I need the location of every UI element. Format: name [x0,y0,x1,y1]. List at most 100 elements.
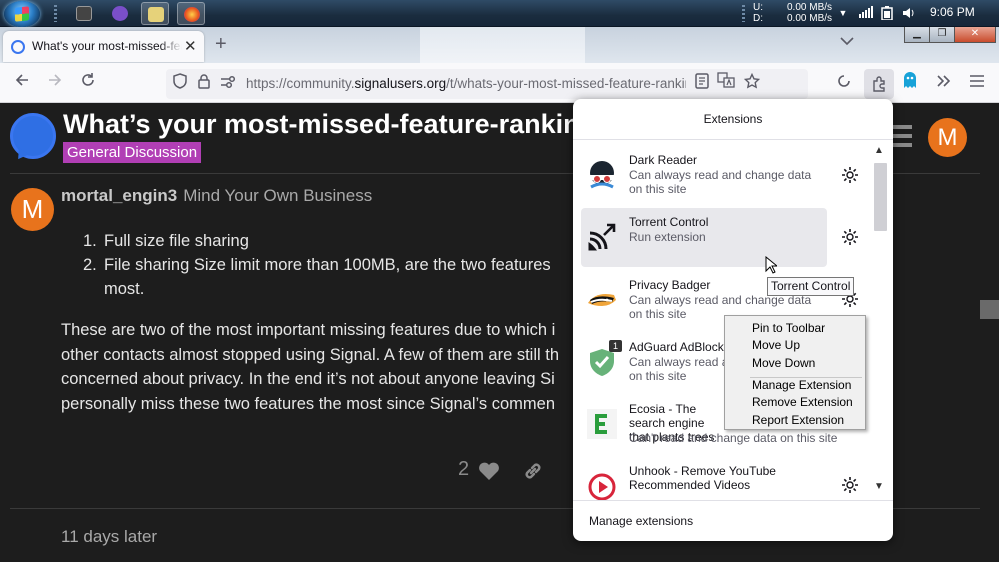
panel-scrollbar[interactable]: ▲ ▼ [871,143,889,495]
page-scrollbar-thumb[interactable] [980,300,999,319]
extension-torrent-control[interactable]: Torrent Control Run extension [581,208,827,267]
reader-view-icon[interactable] [690,72,714,96]
extensions-panel-header: Extensions [573,99,893,140]
taskbar-app-2[interactable] [106,2,134,25]
app-menu-icon[interactable] [965,71,989,95]
menu-item-move-down[interactable]: Move Down [752,356,815,370]
tray-grip [742,5,745,22]
post-author: mortal_engin3 Mind Your Own Business [61,186,372,206]
url-host: signalusers.org [354,76,447,91]
lock-icon[interactable] [192,72,216,96]
heart-icon[interactable] [478,461,500,481]
taskbar: U: D: 0.00 MB/s 0.00 MB/s ▼ 9:06 PM [0,0,999,27]
net-down-label: D: [753,13,763,24]
signal-logo-icon[interactable] [10,113,56,159]
share-link-icon[interactable] [522,460,544,482]
extension-name: Torrent Control [629,215,709,229]
manage-extensions-link[interactable]: Manage extensions [589,514,693,528]
adguard-badge: 1 [609,340,622,352]
list-item-continuation: most. [61,277,551,301]
hamburger-menu-icon[interactable] [890,125,912,147]
url-prefix: https://community. [246,76,355,91]
scroll-down-arrow-icon[interactable]: ▼ [874,481,884,492]
reload-icon[interactable] [76,71,100,95]
taskbar-app-firefox[interactable] [177,2,205,25]
ghost-extension-icon[interactable] [898,71,922,95]
close-tab-icon[interactable]: ✕ [184,37,197,55]
signal-favicon-icon [11,40,25,54]
extension-permission: Can't read and change data on this site [629,431,838,445]
username[interactable]: mortal_engin3 [61,186,177,205]
ecosia-icon [587,409,617,439]
maximize-button[interactable]: ❐ [929,27,955,43]
extensions-button[interactable] [864,69,894,99]
list-item: 2. File sharing Size limit more than 100M… [61,253,551,277]
new-tab-icon[interactable]: + [215,33,227,56]
close-window-button[interactable]: ✕ [954,27,996,43]
gear-icon[interactable] [841,476,859,494]
titlebar-glare [420,27,585,63]
url-text[interactable]: https://community.signalusers.org/t/what… [246,76,686,91]
extension-context-menu: Pin to Toolbar Move Up Move Down Manage … [724,315,866,430]
tab-signal-community[interactable]: What's your most-missed-feature-ranking … [3,31,204,62]
url-path: /t/whats-your-most-missed-feature-rankin… [446,76,686,91]
tab-strip: What's your most-missed-feature-ranking … [0,27,999,63]
extension-name: Dark Reader [629,153,698,167]
clock[interactable]: 9:06 PM [930,5,975,19]
extension-permission: Run extension [629,230,706,244]
scroll-up-arrow-icon[interactable]: ▲ [874,145,884,156]
bookmark-star-icon[interactable] [740,72,764,96]
list-text: most. [104,280,145,298]
start-button[interactable] [4,1,40,27]
url-bar[interactable]: https://community.signalusers.org/t/what… [166,69,808,99]
list-text: Full size file sharing [104,232,249,250]
user-title: Mind Your Own Business [183,186,373,205]
taskbar-grip [54,5,57,22]
list-all-tabs-icon[interactable] [840,36,854,46]
gear-icon[interactable] [841,166,859,184]
tracking-protection-shield-icon[interactable] [168,72,192,96]
tooltip: Torrent Control [767,277,855,296]
post-author-avatar[interactable]: M [11,188,54,231]
list-item: 1. Full size file sharing [61,229,551,253]
translate-icon[interactable] [714,72,738,96]
paragraph-line: other contacts almost stopped using Sign… [61,345,560,364]
navigation-toolbar: https://community.signalusers.org/t/what… [0,63,999,103]
panel-scrollbar-thumb[interactable] [874,163,887,231]
privacy-badger-icon [588,294,616,306]
loading-spinner-icon [832,71,856,95]
paragraph-line: concerned about privacy. In the end it’s… [61,370,555,388]
signal-bars-icon[interactable] [859,6,873,20]
menu-item-remove-extension[interactable]: Remove Extension [752,395,853,409]
menu-item-report-extension[interactable]: Report Extension [752,413,844,427]
forward-icon[interactable] [43,71,67,95]
menu-item-manage-extension[interactable]: Manage Extension [752,378,851,392]
permissions-icon[interactable] [216,72,240,96]
net-down-speed: 0.00 MB/s [787,13,833,24]
minimize-button[interactable]: ▁ [904,27,930,43]
topic-title[interactable]: What’s your most-missed-feature-ranking [63,109,596,140]
taskbar-app-explorer[interactable] [141,2,169,25]
battery-icon[interactable] [880,6,894,21]
list-number: 1. [83,232,97,250]
manage-extensions-footer[interactable]: Manage extensions [573,500,893,541]
extension-permission: Can always read and change data on this … [629,168,812,196]
tray-expand-icon[interactable]: ▼ [836,6,850,20]
like-count: 2 [458,458,470,480]
overflow-chevron-icon[interactable] [932,71,956,95]
current-user-avatar[interactable]: M [928,118,967,157]
extension-name: Unhook - Remove YouTube Recommended Vide… [629,464,776,492]
list-number: 2. [83,256,97,274]
feature-list: 1. Full size file sharing 2. File sharing … [61,229,551,301]
paragraph-line: personally miss these two features the m… [61,394,556,413]
gear-icon[interactable] [841,228,859,246]
dark-reader-icon [590,161,614,189]
menu-item-move-up[interactable]: Move Up [752,338,800,352]
extension-dark-reader[interactable]: Dark Reader Can always read and change d… [581,146,827,205]
volume-icon[interactable] [902,6,916,20]
time-gap-label: 11 days later [61,527,158,546]
menu-item-pin-to-toolbar[interactable]: Pin to Toolbar [752,321,825,335]
taskbar-app-1[interactable] [70,2,98,25]
category-badge[interactable]: General Discussion [63,142,202,163]
back-icon[interactable] [10,71,34,95]
